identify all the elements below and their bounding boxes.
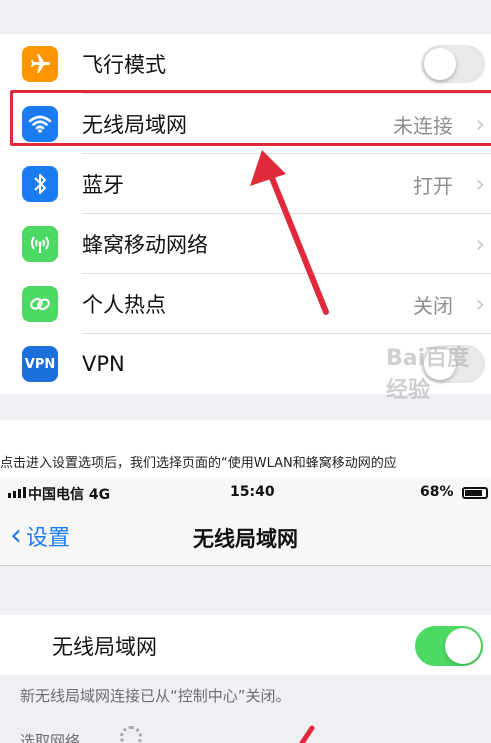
caption-text: 点击进入设置选项后，我们选择页面的“使用WLAN和蜂窝移动网的应: [0, 456, 397, 471]
settings-screenshot-2: 中国电信 4G 15:40 68% ‹ 设置 无线局域网 无线局域网 新无线局域…: [0, 478, 491, 743]
red-arrow-annotation-2: [299, 725, 315, 743]
settings-screenshot-1: 飞行模式 无线局域网 未连接 › 蓝牙 打开 › 蜂窝移动网络 › 个人热点 关…: [0, 0, 491, 420]
watermark: Bai百度经验: [386, 346, 470, 403]
